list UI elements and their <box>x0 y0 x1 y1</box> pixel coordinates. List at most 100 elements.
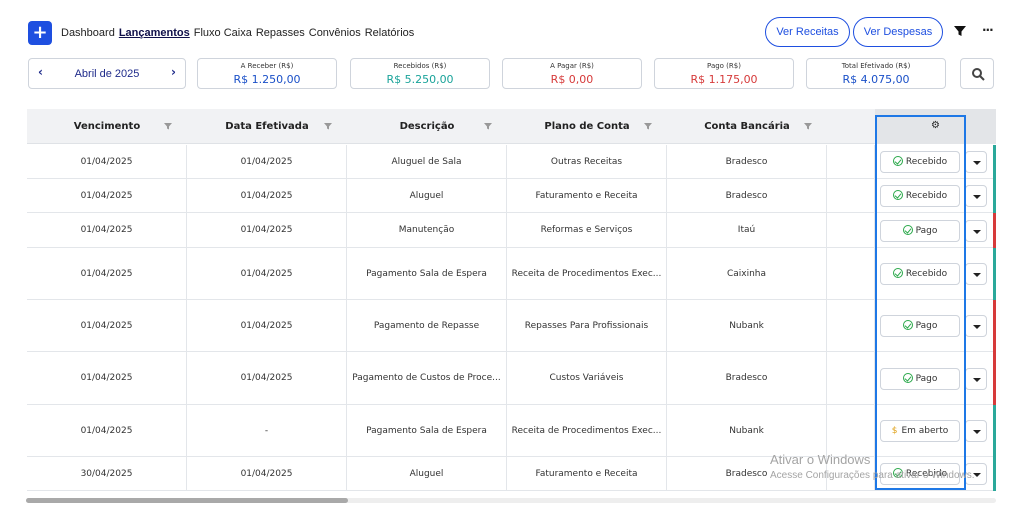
cell-descricao: Pagamento Sala de Espera <box>347 405 507 456</box>
cell-plano-de-conta: Receita de Procedimentos Exec... <box>507 248 667 299</box>
cell-data-efetivada: 01/04/2025 <box>187 179 347 212</box>
column-label: Vencimento <box>73 121 141 132</box>
cell-vencimento: 01/04/2025 <box>27 352 187 404</box>
column-label: Conta Bancária <box>704 121 790 132</box>
search-icon <box>972 68 985 81</box>
filter-icon[interactable] <box>953 24 967 38</box>
row-status-indicator <box>993 179 996 213</box>
cell-conta-bancaria: Bradesco <box>667 179 827 212</box>
cell-vencimento: 01/04/2025 <box>27 300 187 351</box>
table-row[interactable]: 01/04/2025 01/04/2025 Aluguel Faturamento e… <box>27 179 996 213</box>
row-dropdown-button[interactable] <box>965 315 987 337</box>
column-filter-icon[interactable] <box>484 122 492 130</box>
stat-value: R$ 5.250,00 <box>386 73 454 86</box>
column-label: Plano de Conta <box>544 121 630 132</box>
windows-activation-watermark: Ativar o Windows Acesse Configurações pa… <box>770 452 975 481</box>
cell-conta-bancaria: Bradesco <box>667 352 827 404</box>
ver-receitas-button[interactable]: Ver Receitas <box>765 17 850 47</box>
cell-plano-de-conta: Outras Receitas <box>507 145 667 178</box>
cell-vencimento: 01/04/2025 <box>27 179 187 212</box>
stat-caption: A Pagar (R$) <box>550 62 594 70</box>
more-options-icon[interactable]: ··· <box>982 23 994 37</box>
cell-data-efetivada: 01/04/2025 <box>187 213 347 247</box>
top-bar: + Dashboard Lançamentos Fluxo Caixa Repa… <box>0 0 1024 54</box>
column-filter-icon[interactable] <box>644 122 652 130</box>
nav-relatorios[interactable]: Relatórios <box>365 27 415 39</box>
table-row[interactable]: 01/04/2025 01/04/2025 Pagamento de Custos … <box>27 352 996 405</box>
nav-dashboard[interactable]: Dashboard <box>61 27 115 39</box>
cell-vencimento: 01/04/2025 <box>27 213 187 247</box>
col-data-efetivada[interactable]: Data Efetivada <box>187 109 347 144</box>
cell-spacer <box>827 405 875 456</box>
cell-plano-de-conta: Faturamento e Receita <box>507 457 667 490</box>
cell-plano-de-conta: Custos Variáveis <box>507 352 667 404</box>
cell-data-efetivada: 01/04/2025 <box>187 248 347 299</box>
stat-caption: Pago (R$) <box>707 62 741 70</box>
row-dropdown-button[interactable] <box>965 420 987 442</box>
add-entry-button[interactable]: + <box>28 21 52 45</box>
stat-total-efetivado: Total Efetivado (R$) R$ 4.075,00 <box>806 58 946 89</box>
cell-plano-de-conta: Receita de Procedimentos Exec... <box>507 405 667 456</box>
cell-data-efetivada: 01/04/2025 <box>187 145 347 178</box>
cell-descricao: Pagamento de Custos de Proce... <box>347 352 507 404</box>
col-conta-bancaria[interactable]: Conta Bancária <box>667 109 827 144</box>
col-plano-de-conta[interactable]: Plano de Conta <box>507 109 667 144</box>
stat-a-receber: A Receber (R$) R$ 1.250,00 <box>197 58 337 89</box>
cell-data-efetivada: 01/04/2025 <box>187 300 347 351</box>
cell-conta-bancaria: Bradesco <box>667 145 827 178</box>
row-dropdown-button[interactable] <box>965 263 987 285</box>
table-row[interactable]: 01/04/2025- Pagamento Sala de Espera Recei… <box>27 405 996 457</box>
nav-lancamentos[interactable]: Lançamentos <box>119 27 190 39</box>
row-status-indicator <box>993 352 996 405</box>
row-dropdown-button[interactable] <box>965 368 987 390</box>
nav-fluxo-caixa[interactable]: Fluxo Caixa <box>194 27 252 39</box>
cell-descricao: Aluguel <box>347 179 507 212</box>
cell-spacer <box>827 300 875 351</box>
main-nav: Dashboard Lançamentos Fluxo Caixa Repass… <box>61 27 414 39</box>
scrollbar-thumb[interactable] <box>26 498 348 503</box>
stat-value: R$ 1.250,00 <box>233 73 301 86</box>
row-status-indicator <box>993 145 996 179</box>
cell-descricao: Pagamento Sala de Espera <box>347 248 507 299</box>
row-dropdown-button[interactable] <box>965 151 987 173</box>
row-dropdown-button[interactable] <box>965 220 987 242</box>
horizontal-scrollbar[interactable] <box>26 498 996 503</box>
column-filter-icon[interactable] <box>804 122 812 130</box>
watermark-subtitle: Acesse Configurações para ativar o Windo… <box>770 470 975 481</box>
period-label: Abril de 2025 <box>74 68 140 80</box>
next-month-button[interactable]: › <box>171 65 176 79</box>
cell-spacer <box>827 213 875 247</box>
stat-caption: Total Efetivado (R$) <box>841 62 911 70</box>
cell-plano-de-conta: Reformas e Serviços <box>507 213 667 247</box>
stat-caption: A Receber (R$) <box>240 62 294 70</box>
nav-convenios[interactable]: Convênios <box>309 27 361 39</box>
cell-data-efetivada: 01/04/2025 <box>187 352 347 404</box>
row-status-indicator <box>993 457 996 491</box>
table-row[interactable]: 01/04/2025 01/04/2025 Pagamento Sala de Es… <box>27 248 996 300</box>
status-column-highlight <box>875 115 966 490</box>
watermark-title: Ativar o Windows <box>770 452 871 467</box>
search-button[interactable] <box>960 58 994 89</box>
table-row[interactable]: 01/04/2025 01/04/2025 Manutenção Reformas e… <box>27 213 996 248</box>
table-row[interactable]: 01/04/2025 01/04/2025 Aluguel de Sala Outra… <box>27 145 996 179</box>
cell-data-efetivada: 01/04/2025 <box>187 457 347 490</box>
cell-plano-de-conta: Repasses Para Profissionais <box>507 300 667 351</box>
column-filter-icon[interactable] <box>324 122 332 130</box>
cell-spacer <box>827 248 875 299</box>
stat-recebidos: Recebidos (R$) R$ 5.250,00 <box>350 58 490 89</box>
col-descricao[interactable]: Descrição <box>347 109 507 144</box>
ver-despesas-button[interactable]: Ver Despesas <box>853 17 943 47</box>
nav-repasses[interactable]: Repasses <box>256 27 305 39</box>
table-row[interactable]: 01/04/2025 01/04/2025 Pagamento de Repasse… <box>27 300 996 352</box>
cell-conta-bancaria: Caixinha <box>667 248 827 299</box>
row-dropdown-button[interactable] <box>965 185 987 207</box>
period-selector: ‹ Abril de 2025 › <box>28 58 186 89</box>
row-status-indicator <box>993 405 996 457</box>
stat-value: R$ 1.175,00 <box>690 73 758 86</box>
table-header: Vencimento Data Efetivada Descrição Plan… <box>27 109 996 144</box>
column-filter-icon[interactable] <box>164 122 172 130</box>
cell-descricao: Pagamento de Repasse <box>347 300 507 351</box>
row-status-indicator <box>993 248 996 300</box>
row-status-indicator <box>993 300 996 352</box>
col-vencimento[interactable]: Vencimento <box>27 109 187 144</box>
